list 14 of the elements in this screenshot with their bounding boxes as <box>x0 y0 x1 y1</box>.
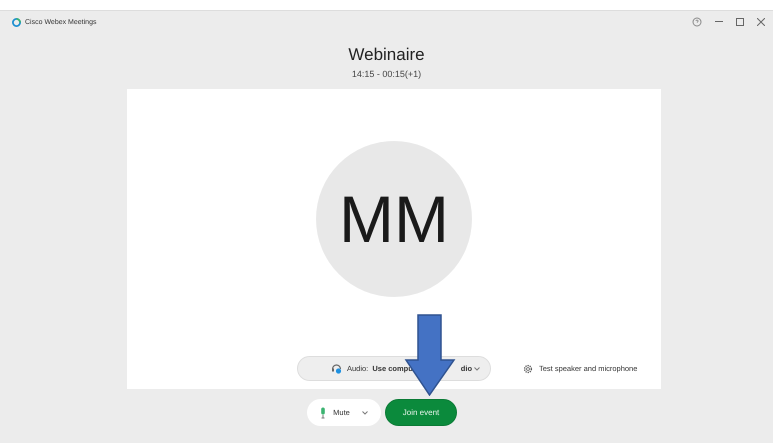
join-event-button[interactable]: Join event <box>385 399 457 426</box>
minimize-icon[interactable] <box>715 21 723 23</box>
chevron-down-icon <box>362 410 368 414</box>
meeting-title: Webinaire <box>347 45 426 65</box>
close-icon[interactable] <box>757 18 765 26</box>
microphone-icon <box>320 406 326 418</box>
maximize-icon[interactable] <box>736 18 744 26</box>
meeting-time: 14:15 - 00:15(+1) <box>350 69 422 79</box>
help-icon[interactable] <box>692 17 702 27</box>
app-logo-icon <box>12 18 21 26</box>
gear-icon <box>523 364 533 374</box>
chevron-down-icon <box>474 366 480 370</box>
avatar-initials: MM <box>339 181 449 257</box>
headset-icon <box>331 363 342 374</box>
